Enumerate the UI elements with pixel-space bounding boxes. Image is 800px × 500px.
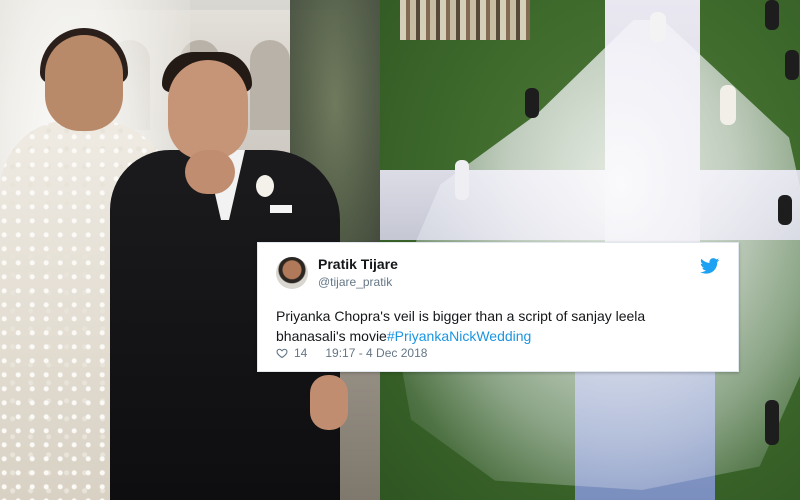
twitter-bird-icon[interactable] [700,258,720,274]
author-name[interactable]: Pratik Tijare [318,256,398,272]
photographer [785,50,799,80]
veil-bearer [778,195,792,225]
author-handle[interactable]: @tijare_pratik [318,275,392,289]
tweet-card[interactable]: Pratik Tijare @tijare_pratik Priyanka Ch… [257,242,739,372]
groom-face [168,60,248,160]
photographer [765,400,779,445]
hashtag-link[interactable]: #PriyankaNickWedding [387,328,531,344]
tweet-text: Priyanka Chopra's veil is bigger than a … [276,308,646,344]
tweet-meta: 14 19:17 - 4 Dec 2018 [276,346,427,360]
veil-bearer [525,88,539,118]
tweet-timestamp[interactable]: 19:17 - 4 Dec 2018 [325,346,427,360]
like-count: 14 [294,346,308,360]
bride-face [45,35,123,131]
heart-icon[interactable] [276,347,288,359]
boutonniere [256,175,274,197]
bride-figure [650,12,666,42]
guest-crowd [400,0,530,40]
avatar[interactable] [276,257,308,289]
